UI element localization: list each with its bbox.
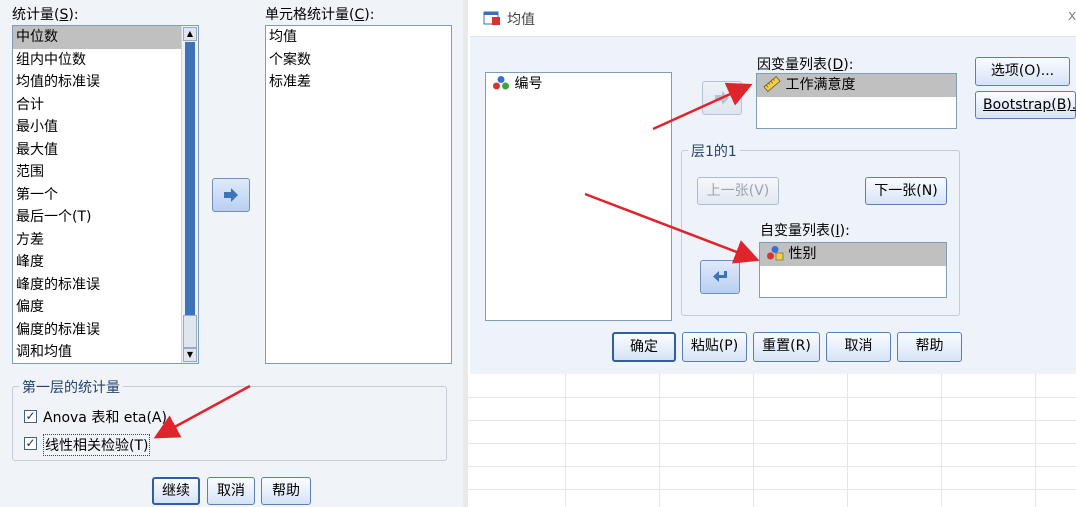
move-independent-button[interactable] [700,260,740,294]
move-dependent-button[interactable] [702,81,742,115]
statistic-item[interactable]: 调和均值 [13,341,198,363]
statistic-item[interactable]: 最后一个(T) [13,206,198,229]
statistic-item[interactable]: 中位数 [13,26,198,49]
close-icon[interactable]: x [1068,8,1076,24]
source-variable-list[interactable]: 编号 [485,72,672,321]
scroll-track[interactable] [185,42,195,315]
list-item[interactable]: 编号 [486,73,671,96]
layer-legend: 层1的1 [688,141,740,161]
checkmark-icon: ✓ [25,436,36,450]
nominal-variable-icon [767,246,784,261]
source-item-label: 编号 [514,76,543,92]
dependent-list-label: 因变量列表(D): [757,57,854,73]
checkmark-icon: ✓ [25,409,36,423]
cell-statistics-items: 均值 个案数 标准差 [266,26,451,94]
statistic-item[interactable]: 均值的标准误 [13,71,198,94]
means-dialog: 均值 x 编号 因变量列表(D): 工作满意度 层1的1 上一张(V) 下一张(… [470,0,1076,374]
grid-line [847,374,848,507]
anova-checkbox[interactable]: ✓ [24,410,37,423]
statistic-item[interactable]: 峰度 [13,251,198,274]
statistic-item[interactable]: 峰度的标准误 [13,274,198,297]
cell-statistics-listbox[interactable]: 均值 个案数 标准差 [265,25,452,364]
grid-line [468,466,1076,467]
dialog-body: 编号 因变量列表(D): 工作满意度 层1的1 上一张(V) 下一张(N) 自变… [470,36,1076,374]
scroll-up-button[interactable]: ▲ [183,27,197,41]
grid-line [659,374,660,507]
dialog-title: 均值 [507,12,535,28]
options-button[interactable]: 选项(O)... [975,57,1070,86]
cell-stats-label: 单元格统计量(C): [265,7,375,23]
grid-line [468,397,1076,398]
cell-statistic-item[interactable]: 标准差 [266,71,451,94]
help-button[interactable]: 帮助 [897,332,962,362]
move-right-arrow-icon [715,91,729,105]
nominal-variable-icon [493,76,509,90]
move-stat-right-button[interactable] [212,178,250,212]
statistic-item[interactable]: 组内中位数 [13,49,198,72]
anova-label: Anova 表和 eta(A) [43,410,167,426]
statistic-item[interactable]: 最小值 [13,116,198,139]
statistic-item[interactable]: 第一个 [13,184,198,207]
statistic-item[interactable]: 范围 [13,161,198,184]
grid-line [468,443,1076,444]
grid-line [468,420,1076,421]
next-layer-button[interactable]: 下一张(N) [865,177,947,205]
grid-line [1035,374,1036,507]
scale-variable-icon [763,75,781,93]
move-left-arrow-icon [713,271,727,282]
statistic-item[interactable]: 方差 [13,229,198,252]
independent-list-label: 自变量列表(I): [760,223,850,239]
paste-button[interactable]: 粘贴(P) [682,332,747,362]
linearity-checkbox[interactable]: ✓ [24,437,37,450]
continue-button[interactable]: 继续 [152,477,200,505]
statistic-item[interactable]: 最大值 [13,139,198,162]
ok-button[interactable]: 确定 [612,332,676,362]
statistic-item[interactable]: 偏度的标准误 [13,319,198,342]
statistics-items: 中位数 组内中位数 均值的标准误 合计 最小值 最大值 范围 第一个 最后一个(T) 方差 峰度 峰度… [13,26,198,363]
means-dialog-icon [483,11,500,25]
dependent-item-label: 工作满意度 [785,77,856,93]
grid-line [753,374,754,507]
stats-list-label: 统计量(S): [12,7,79,23]
first-layer-stats-legend: 第一层的统计量 [19,377,123,397]
previous-layer-button[interactable]: 上一张(V) [697,177,779,205]
bootstrap-button[interactable]: Bootstrap(B)... [975,91,1076,119]
grid-line [941,374,942,507]
statistics-subdialog: 统计量(S): 中位数 组内中位数 均值的标准误 合计 最小值 最大值 范围 第一个 最后一个(… [0,0,464,507]
statistics-scrollbar[interactable]: ▲ ▼ [181,26,198,363]
reset-button[interactable]: 重置(R) [753,332,820,362]
cell-statistic-item[interactable]: 个案数 [266,49,451,72]
independent-item-label: 性别 [788,246,817,262]
move-right-arrow-icon [224,188,238,202]
dialog-title-bar[interactable]: 均值 x [470,0,1076,36]
grid-line [565,374,566,507]
scroll-thumb[interactable] [183,315,197,348]
statistic-item[interactable]: 偏度 [13,296,198,319]
cancel-button[interactable]: 取消 [207,477,255,505]
cancel-button[interactable]: 取消 [826,332,891,362]
statistic-item[interactable]: 合计 [13,94,198,117]
help-button[interactable]: 帮助 [261,477,311,505]
linearity-label: 线性相关检验(T) [43,434,151,456]
list-item[interactable]: 性别 [760,243,946,266]
cell-statistic-item[interactable]: 均值 [266,26,451,49]
scroll-down-button[interactable]: ▼ [183,348,197,362]
dependent-variable-list[interactable]: 工作满意度 [756,73,957,129]
independent-variable-list[interactable]: 性别 [759,242,947,298]
grid-line [468,489,1076,490]
list-item[interactable]: 工作满意度 [757,74,956,97]
statistics-listbox[interactable]: 中位数 组内中位数 均值的标准误 合计 最小值 最大值 范围 第一个 最后一个(T) 方差 峰度 峰度… [12,25,199,364]
